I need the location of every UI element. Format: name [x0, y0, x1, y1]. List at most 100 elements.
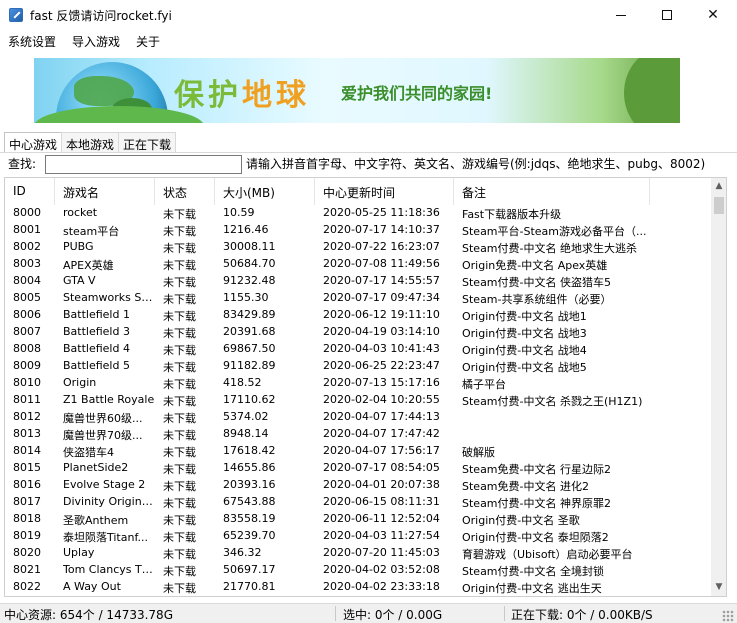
cell-id: 8003	[13, 257, 41, 270]
cell-size: 418.52	[223, 376, 262, 389]
cell-size: 83429.89	[223, 308, 276, 321]
cell-game-name: Evolve Stage 2	[63, 478, 146, 491]
cell-id: 8001	[13, 223, 41, 236]
table-row[interactable]: 8004 GTA V 未下载 91232.48 2020-07-17 14:55:57 S…	[5, 273, 711, 290]
tab-local-games[interactable]: 本地游戏	[61, 132, 120, 152]
menu-system-settings[interactable]: 系统设置	[0, 31, 64, 51]
cell-status: 未下载	[163, 310, 196, 323]
table-row[interactable]: 8001 steam平台 未下载 1216.46 2020-07-17 14:10:37…	[5, 222, 711, 239]
column-header-status[interactable]: 状态	[155, 178, 215, 205]
cell-update-time: 2020-02-04 10:20:55	[323, 393, 440, 406]
table-row[interactable]: 8008 Battlefield 4 未下载 69867.50 2020-04-03 1…	[5, 341, 711, 358]
cell-game-name: 圣歌Anthem	[63, 514, 129, 527]
scroll-thumb[interactable]	[714, 197, 724, 214]
cell-size: 1155.30	[223, 291, 269, 304]
table-row[interactable]: 8022 A Way Out 未下载 21770.81 2020-04-02 23:33…	[5, 579, 711, 596]
resize-grip-icon[interactable]	[722, 610, 734, 622]
menu-about[interactable]: 关于	[128, 31, 168, 51]
table-row[interactable]: 8007 Battlefield 3 未下载 20391.68 2020-04-19 0…	[5, 324, 711, 341]
cell-note: Steam付费-中文名 绝地求生大逃杀	[462, 242, 637, 255]
cell-game-name: A Way Out	[63, 580, 121, 593]
column-header-name[interactable]: 游戏名	[55, 178, 155, 205]
tab-downloading[interactable]: 正在下载	[118, 132, 177, 152]
table-row[interactable]: 8014 侠盗猎车4 未下载 17618.42 2020-04-07 17:56:17 破…	[5, 443, 711, 460]
cell-id: 8004	[13, 274, 41, 287]
cell-size: 1216.46	[223, 223, 269, 236]
table-row[interactable]: 8017 Divinity Original... 未下载 67543.88 2020-…	[5, 494, 711, 511]
table-row[interactable]: 8020 Uplay 未下载 346.32 2020-07-20 11:45:03 育碧游…	[5, 545, 711, 562]
table-row[interactable]: 8018 圣歌Anthem 未下载 83558.19 2020-06-11 12:52:…	[5, 511, 711, 528]
cell-status: 未下载	[163, 429, 196, 442]
table-row[interactable]: 8009 Battlefield 5 未下载 91182.89 2020-06-25 2…	[5, 358, 711, 375]
cell-status: 未下载	[163, 361, 196, 374]
menu-import-game[interactable]: 导入游戏	[64, 31, 128, 51]
status-center-resources: 中心资源: 654个 / 14733.78G	[4, 608, 173, 622]
table-row[interactable]: 8003 APEX英雄 未下载 50684.70 2020-07-08 11:49:56…	[5, 256, 711, 273]
cell-size: 20393.16	[223, 478, 276, 491]
cell-size: 30008.11	[223, 240, 276, 253]
cell-size: 50684.70	[223, 257, 276, 270]
cell-size: 69867.50	[223, 342, 276, 355]
maximize-icon	[662, 10, 672, 20]
game-table: ID 游戏名 状态 大小(MB) 中心更新时间 备注 8000 rocket 未下载…	[4, 177, 727, 597]
cell-note: Steam付费-中文名 神界原罪2	[462, 497, 611, 510]
cell-size: 50697.17	[223, 563, 276, 576]
cell-size: 91182.89	[223, 359, 276, 372]
cell-note: Steam-共享系统组件（必要）	[462, 293, 612, 306]
close-icon: ✕	[707, 7, 719, 23]
column-header-update-time[interactable]: 中心更新时间	[315, 178, 454, 205]
table-row[interactable]: 8013 魔兽世界70级... 未下载 8948.14 2020-04-07 17:47…	[5, 426, 711, 443]
cell-size: 65239.70	[223, 529, 276, 542]
table-row[interactable]: 8016 Evolve Stage 2 未下载 20393.16 2020-04-01 …	[5, 477, 711, 494]
cell-note: Origin免费-中文名 Apex英雄	[462, 259, 608, 272]
search-input[interactable]	[45, 155, 242, 174]
table-row[interactable]: 8021 Tom Clancys Th... 未下载 50697.17 2020-04-…	[5, 562, 711, 579]
column-header-filler	[650, 178, 711, 205]
cell-update-time: 2020-06-25 22:23:47	[323, 359, 440, 372]
cell-update-time: 2020-06-12 19:11:10	[323, 308, 440, 321]
banner-slogan-part2: 地球	[242, 78, 310, 113]
cell-id: 8021	[13, 563, 41, 576]
table-row[interactable]: 8011 Z1 Battle Royale 未下载 17110.62 2020-02-0…	[5, 392, 711, 409]
scroll-down-icon[interactable]: ▼	[711, 579, 726, 596]
status-downloading: 正在下载: 0个 / 0.00KB/S	[511, 608, 653, 622]
cell-size: 14655.86	[223, 461, 276, 474]
tree-illustration	[624, 58, 680, 123]
cell-update-time: 2020-07-08 11:49:56	[323, 257, 440, 270]
title-bar: fast 反馈请访问rocket.fyi ✕	[0, 0, 737, 31]
column-header-size[interactable]: 大小(MB)	[215, 178, 315, 205]
vertical-scrollbar[interactable]: ▲ ▼	[711, 178, 726, 596]
table-row[interactable]: 8015 PlanetSide2 未下载 14655.86 2020-07-17 08:…	[5, 460, 711, 477]
status-bar: 中心资源: 654个 / 14733.78G 选中: 0个 / 0.00G 正在…	[0, 603, 737, 623]
table-row[interactable]: 8019 泰坦陨落Titanf... 未下载 65239.70 2020-04-03 1…	[5, 528, 711, 545]
cell-game-name: Battlefield 4	[63, 342, 130, 355]
status-separator	[335, 606, 336, 621]
scroll-up-icon[interactable]: ▲	[711, 178, 726, 195]
cell-id: 8010	[13, 376, 41, 389]
cell-game-name: Tom Clancys Th...	[63, 563, 155, 576]
app-pencil-icon	[9, 8, 23, 22]
table-row[interactable]: 8000 rocket 未下载 10.59 2020-05-25 11:18:36 Fas…	[5, 205, 711, 222]
column-header-id[interactable]: ID	[5, 178, 55, 205]
cell-update-time: 2020-04-07 17:47:42	[323, 427, 440, 440]
cell-id: 8005	[13, 291, 41, 304]
table-row[interactable]: 8005 Steamworks Sh... 未下载 1155.30 2020-07-17…	[5, 290, 711, 307]
cell-status: 未下载	[163, 395, 196, 408]
table-row[interactable]: 8012 魔兽世界60级... 未下载 5374.02 2020-04-07 17:44…	[5, 409, 711, 426]
cell-update-time: 2020-07-17 14:55:57	[323, 274, 440, 287]
tab-center-games[interactable]: 中心游戏	[4, 132, 63, 153]
close-button[interactable]: ✕	[690, 0, 736, 30]
cell-size: 83558.19	[223, 512, 276, 525]
column-header-note[interactable]: 备注	[454, 178, 650, 205]
cell-status: 未下载	[163, 225, 196, 238]
cell-update-time: 2020-06-11 12:52:04	[323, 512, 440, 525]
minimize-button[interactable]	[598, 0, 644, 30]
cell-status: 未下载	[163, 514, 196, 527]
table-row[interactable]: 8006 Battlefield 1 未下载 83429.89 2020-06-12 1…	[5, 307, 711, 324]
table-row[interactable]: 8002 PUBG 未下载 30008.11 2020-07-22 16:23:07 St…	[5, 239, 711, 256]
table-row[interactable]: 8010 Origin 未下载 418.52 2020-07-13 15:17:16 橘子…	[5, 375, 711, 392]
cell-id: 8002	[13, 240, 41, 253]
maximize-button[interactable]	[644, 0, 690, 30]
cell-note: 破解版	[462, 446, 495, 459]
tab-divider	[0, 152, 737, 153]
